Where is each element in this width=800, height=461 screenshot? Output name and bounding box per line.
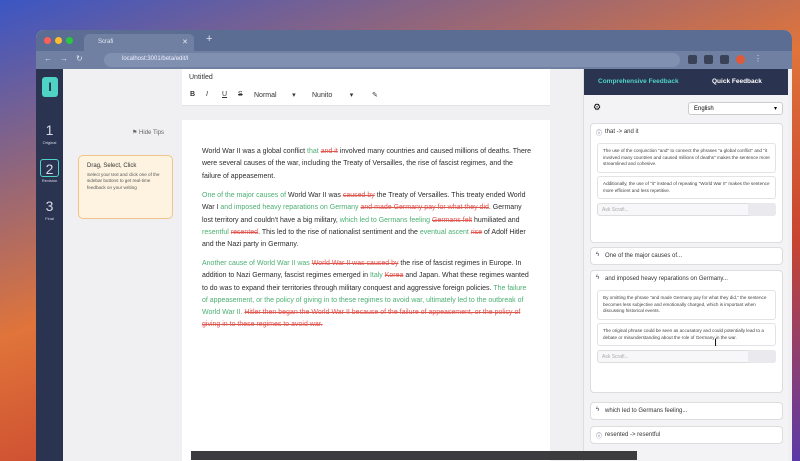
underline-button[interactable]: U — [222, 91, 227, 98]
tip-title: Drag, Select, Click — [87, 163, 137, 169]
feedback-tabs: Comprehensive Feedback Quick Feedback — [584, 69, 788, 95]
feedback-card-2[interactable]: ϟ One of the major causes of... — [590, 247, 783, 265]
language-select[interactable]: English ▾ — [688, 102, 783, 115]
info-icon: ⓘ — [596, 434, 603, 440]
forward-icon[interactable]: → — [60, 54, 68, 63]
extension-icon[interactable] — [688, 55, 697, 64]
tip-card: Drag, Select, Click Select your text and… — [78, 155, 173, 219]
feedback-text-2: The original phrase could be seen as acc… — [597, 322, 776, 347]
document-title[interactable]: Untitled — [189, 74, 213, 81]
tab-bar: Scrafi ✕ + — [36, 30, 792, 51]
card-header[interactable]: ϟ and imposed heavy reparations on German… — [591, 271, 782, 287]
app-area: I 1 Original 2 Revision 3 Final ⚑ Hide T… — [36, 69, 792, 461]
translate-icon: ⚙ — [593, 102, 602, 112]
puzzle-icon[interactable] — [704, 55, 713, 64]
send-button[interactable] — [748, 203, 776, 217]
send-button[interactable] — [748, 350, 776, 364]
tip-body: Select your text and click one of the si… — [87, 172, 160, 190]
extension-icon-2[interactable] — [720, 55, 729, 64]
document-editor[interactable]: World War II was a global conflict that … — [182, 120, 550, 461]
feedback-panel: Comprehensive Feedback Quick Feedback ⚙ … — [583, 69, 788, 461]
language-row: ⚙ English ▾ — [590, 99, 783, 115]
reload-icon[interactable]: ↻ — [76, 54, 83, 63]
back-icon[interactable]: ← — [44, 54, 52, 63]
pin-icon: ⚑ — [132, 130, 140, 136]
bolt-icon: ϟ — [596, 407, 600, 413]
url-field[interactable]: localhost:3001/beta/edit/l — [104, 53, 680, 67]
minimize-window-button[interactable] — [55, 37, 62, 44]
ask-input[interactable]: Ask Scrafi... — [597, 203, 776, 217]
info-icon: ⓘ — [596, 131, 603, 137]
feedback-card-4[interactable]: ϟ which led to Germans feeling... — [590, 402, 783, 420]
tab-title: Scrafi — [98, 39, 114, 45]
document-header: Untitled B I U S Normal ▾ Nunito ▾ ✎ — [182, 69, 550, 106]
profile-avatar[interactable] — [736, 55, 745, 64]
close-window-button[interactable] — [44, 37, 51, 44]
feedback-text-1: By omitting the phrase "and made Germany… — [597, 290, 776, 320]
ask-input[interactable]: Ask Scrafi... — [597, 350, 776, 364]
strike-button[interactable]: S — [238, 91, 243, 98]
text-cursor-icon: I — [714, 337, 718, 349]
paragraph-2: One of the major causes of World War II … — [202, 192, 526, 249]
paragraph-3: Another cause of World War II was World … — [202, 260, 529, 329]
app-logo: I — [42, 77, 58, 97]
bolt-icon: ϟ — [596, 252, 600, 258]
step-original[interactable]: 1 Original — [40, 121, 59, 145]
card-header[interactable]: ⓘ resented -> resentful — [591, 427, 782, 443]
feedback-card-3: ϟ and imposed heavy reparations on German… — [590, 270, 783, 393]
step-final[interactable]: 3 Final — [40, 197, 59, 221]
bolt-icon: ϟ — [596, 275, 600, 281]
tab-quick-feedback[interactable]: Quick Feedback — [712, 78, 762, 85]
feedback-card-5[interactable]: ⓘ resented -> resentful — [590, 426, 783, 444]
font-select[interactable]: Nunito ▾ — [312, 91, 353, 99]
maximize-window-button[interactable] — [66, 37, 73, 44]
step-revision[interactable]: 2 Revision — [40, 159, 59, 183]
url-text: localhost:3001/beta/edit/l — [122, 56, 189, 62]
card-header[interactable]: ϟ One of the major causes of... — [591, 248, 782, 264]
card-header[interactable]: ⓘ that -> and it — [591, 124, 782, 140]
style-select[interactable]: Normal ▾ — [254, 91, 296, 99]
browser-tab[interactable]: Scrafi ✕ — [84, 34, 194, 51]
pen-icon[interactable]: ✎ — [372, 91, 378, 99]
address-bar: ← → ↻ localhost:3001/beta/edit/l ⋮ — [36, 51, 792, 69]
card-header[interactable]: ϟ which led to Germans feeling... — [591, 403, 782, 419]
bold-button[interactable]: B — [190, 91, 195, 98]
step-rail: I 1 Original 2 Revision 3 Final — [36, 69, 63, 461]
browser-window: Scrafi ✕ + ← → ↻ localhost:3001/beta/edi… — [36, 30, 792, 461]
italic-button[interactable]: I — [206, 91, 208, 98]
new-tab-icon[interactable]: + — [206, 33, 212, 45]
feedback-card-1: ⓘ that -> and it The use of the conjuncti… — [590, 123, 783, 243]
menu-dots-icon[interactable]: ⋮ — [754, 54, 762, 63]
tab-comprehensive-feedback[interactable]: Comprehensive Feedback — [598, 78, 679, 85]
hide-tips-button[interactable]: ⚑ Hide Tips — [132, 129, 164, 136]
paragraph-1: World War II was a global conflict that … — [202, 148, 532, 180]
feedback-text-1: The use of the conjunction "and" to conn… — [597, 143, 776, 173]
bottom-bar — [191, 451, 637, 460]
feedback-text-2: Additionally, the use of "it" instead of… — [597, 175, 776, 200]
close-tab-icon[interactable]: ✕ — [182, 38, 188, 46]
